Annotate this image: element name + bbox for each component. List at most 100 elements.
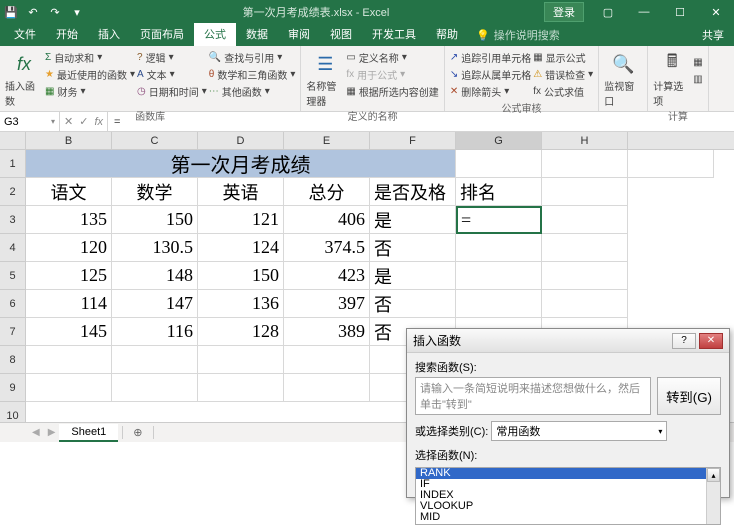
cell[interactable]: 406: [284, 206, 370, 234]
login-button[interactable]: 登录: [544, 2, 584, 22]
calculation-options-button[interactable]: 🖩 计算选项: [653, 48, 691, 108]
row-header[interactable]: 6: [0, 290, 25, 318]
tab-view[interactable]: 视图: [320, 23, 362, 46]
cell[interactable]: 136: [198, 290, 284, 318]
column-header[interactable]: B: [26, 132, 112, 149]
add-sheet-button[interactable]: ⊕: [122, 426, 153, 439]
tab-data[interactable]: 数据: [236, 23, 278, 46]
cell[interactable]: [198, 374, 284, 402]
financial-button[interactable]: ▦财务 ▾: [45, 83, 135, 100]
row-header[interactable]: 7: [0, 318, 25, 346]
dialog-titlebar[interactable]: 插入函数 ? ✕: [407, 329, 729, 353]
column-header[interactable]: C: [112, 132, 198, 149]
name-box[interactable]: G3▾: [0, 112, 60, 131]
cell[interactable]: [542, 262, 628, 290]
formula-input[interactable]: =: [108, 116, 734, 128]
dialog-help-icon[interactable]: ?: [672, 333, 696, 349]
tab-file[interactable]: 文件: [4, 23, 46, 46]
share-button[interactable]: 共享: [692, 24, 734, 46]
function-item[interactable]: IF: [416, 479, 720, 490]
use-in-formula-button[interactable]: fx用于公式 ▾: [346, 66, 438, 83]
cell[interactable]: 150: [198, 262, 284, 290]
cell[interactable]: [26, 374, 112, 402]
cell[interactable]: 130.5: [112, 234, 198, 262]
fx-button-icon[interactable]: fx: [94, 116, 103, 128]
math-button[interactable]: θ数学和三角函数 ▾: [209, 66, 296, 83]
column-header[interactable]: G: [456, 132, 542, 149]
cell[interactable]: 否: [370, 290, 456, 318]
scrollbar[interactable]: ▴: [706, 468, 720, 524]
column-header[interactable]: E: [284, 132, 370, 149]
trace-dependents-button[interactable]: ↘追踪从属单元格: [450, 66, 531, 83]
cell[interactable]: [456, 290, 542, 318]
datetime-button[interactable]: ◷日期和时间 ▾: [137, 83, 207, 100]
logical-button[interactable]: ?逻辑 ▾: [137, 49, 207, 66]
maximize-icon[interactable]: ☐: [662, 0, 698, 24]
recent-button[interactable]: ★最近使用的函数 ▾: [45, 66, 135, 83]
cell[interactable]: [284, 374, 370, 402]
tab-help[interactable]: 帮助: [426, 23, 468, 46]
function-search-input[interactable]: 请输入一条简短说明来描述您想做什么，然后单击"转到": [415, 377, 651, 415]
cell[interactable]: 125: [26, 262, 112, 290]
cell[interactable]: [456, 234, 542, 262]
active-cell[interactable]: =: [456, 206, 542, 234]
qat-dropdown-icon[interactable]: ▾: [66, 0, 88, 24]
cell[interactable]: [26, 346, 112, 374]
cell[interactable]: [112, 374, 198, 402]
cell[interactable]: 148: [112, 262, 198, 290]
insert-function-button[interactable]: fx 插入函数: [5, 48, 43, 108]
column-header[interactable]: D: [198, 132, 284, 149]
row-header[interactable]: 2: [0, 178, 25, 206]
cell[interactable]: 116: [112, 318, 198, 346]
undo-icon[interactable]: ↶: [22, 0, 44, 24]
save-icon[interactable]: 💾: [0, 0, 22, 24]
lookup-button[interactable]: 🔍查找与引用 ▾: [209, 49, 296, 66]
cell[interactable]: 是: [370, 262, 456, 290]
evaluate-formula-button[interactable]: fx公式求值: [533, 83, 593, 100]
show-formulas-button[interactable]: ▦显示公式: [533, 49, 593, 66]
remove-arrows-button[interactable]: ✕删除箭头 ▾: [450, 83, 531, 100]
row-header[interactable]: 4: [0, 234, 25, 262]
cell[interactable]: [284, 346, 370, 374]
more-functions-button[interactable]: ⋯其他函数 ▾: [209, 83, 296, 100]
row-header[interactable]: 8: [0, 346, 25, 374]
cell[interactable]: [112, 346, 198, 374]
function-item[interactable]: RANK: [416, 468, 720, 479]
cell[interactable]: 389: [284, 318, 370, 346]
minimize-icon[interactable]: —: [626, 0, 662, 24]
ribbon-display-icon[interactable]: ▢: [590, 0, 626, 24]
cell[interactable]: 否: [370, 234, 456, 262]
tab-page-layout[interactable]: 页面布局: [130, 23, 194, 46]
cell[interactable]: 是否及格: [370, 178, 456, 206]
trace-precedents-button[interactable]: ↗追踪引用单元格: [450, 49, 531, 66]
autosum-button[interactable]: Σ自动求和 ▾: [45, 49, 135, 66]
calc-sheet-icon[interactable]: ▥: [693, 71, 702, 88]
create-from-selection-button[interactable]: ▦根据所选内容创建: [346, 83, 438, 100]
column-header[interactable]: F: [370, 132, 456, 149]
cell[interactable]: [456, 150, 542, 178]
cell[interactable]: [542, 206, 628, 234]
enter-formula-icon[interactable]: ✓: [79, 115, 88, 128]
row-header[interactable]: 3: [0, 206, 25, 234]
select-all-corner[interactable]: [0, 132, 25, 150]
cell[interactable]: 124: [198, 234, 284, 262]
cell[interactable]: [542, 150, 628, 178]
cell[interactable]: [456, 262, 542, 290]
column-header[interactable]: H: [542, 132, 628, 149]
tab-home[interactable]: 开始: [46, 23, 88, 46]
cell[interactable]: 397: [284, 290, 370, 318]
row-header[interactable]: 5: [0, 262, 25, 290]
function-item[interactable]: VLOOKUP: [416, 501, 720, 512]
cell[interactable]: 总分: [284, 178, 370, 206]
cell[interactable]: [542, 290, 628, 318]
tell-me-search[interactable]: 💡操作说明搜索: [468, 24, 568, 46]
cell[interactable]: 语文: [26, 178, 112, 206]
close-icon[interactable]: ✕: [698, 0, 734, 24]
name-manager-button[interactable]: ☰ 名称管理器: [306, 48, 344, 108]
row-header[interactable]: 10: [0, 402, 25, 422]
cell[interactable]: 150: [112, 206, 198, 234]
category-select[interactable]: 常用函数▾: [491, 421, 667, 441]
sheet-tab[interactable]: Sheet1: [59, 424, 118, 442]
cell[interactable]: [628, 150, 714, 178]
text-button[interactable]: A文本 ▾: [137, 66, 207, 83]
